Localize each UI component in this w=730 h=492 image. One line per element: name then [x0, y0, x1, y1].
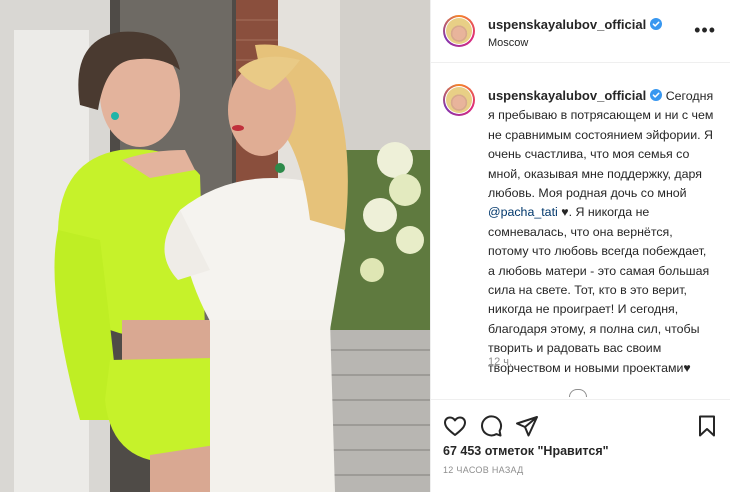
photo-illustration — [0, 0, 430, 492]
posted-time[interactable]: 12 ЧАСОВ НАЗАД — [443, 465, 524, 475]
caption-author-avatar[interactable] — [443, 84, 475, 116]
author-username-text[interactable]: uspenskayalubov_official — [488, 17, 646, 32]
heart-icon[interactable] — [443, 414, 467, 438]
post-header: uspenskayalubov_official Moscow ••• — [431, 0, 730, 63]
verified-badge-icon — [650, 18, 663, 30]
post-caption: uspenskayalubov_official Сегодня я пребы… — [488, 86, 716, 378]
author-avatar[interactable] — [443, 15, 475, 47]
load-more-comments-icon[interactable] — [569, 389, 587, 397]
caption-text-part-2: ♥. Я никогда не сомневалась, что она вер… — [488, 205, 710, 375]
author-username[interactable]: uspenskayalubov_official — [488, 17, 663, 32]
caption-time: 12 ч. — [488, 356, 513, 368]
share-icon[interactable] — [515, 414, 539, 438]
likes-count[interactable]: 67 453 отметок "Нравится" — [443, 444, 609, 458]
caption-verified-badge-icon — [650, 89, 663, 101]
more-options-icon[interactable]: ••• — [694, 20, 716, 41]
post-actions-bar: 67 453 отметок "Нравится" 12 ЧАСОВ НАЗАД — [431, 399, 730, 492]
caption-username[interactable]: uspenskayalubov_official — [488, 88, 646, 103]
post-photo[interactable] — [0, 0, 430, 492]
bookmark-icon[interactable] — [695, 414, 719, 438]
caption-text-part-1: Сегодня я пребываю в потрясающем и ни с … — [488, 89, 714, 201]
post-side-panel: uspenskayalubov_official Moscow ••• uspe… — [430, 0, 730, 492]
comment-icon[interactable] — [479, 414, 503, 438]
caption-mention-link[interactable]: @pacha_tati — [488, 205, 558, 219]
post-location[interactable]: Moscow — [488, 37, 528, 49]
